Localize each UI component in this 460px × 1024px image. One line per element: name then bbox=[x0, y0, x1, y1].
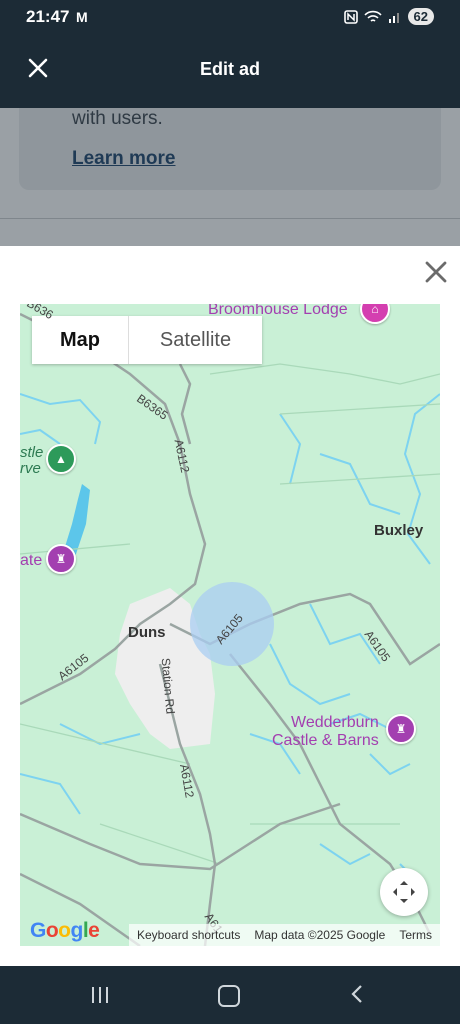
system-nav-bar bbox=[0, 966, 460, 1024]
map-label-castle-left: stle bbox=[20, 444, 44, 461]
poi-label-broomhouse[interactable]: Broomhouse Lodge bbox=[208, 304, 348, 319]
map-sheet: Map Satellite Broomhouse Lodge ⌂ stle rv… bbox=[0, 246, 460, 966]
map-label-gate: ate bbox=[20, 552, 43, 569]
info-text: with users. bbox=[72, 108, 163, 129]
poi-label-wedderburn-2[interactable]: Castle & Barns bbox=[272, 732, 379, 750]
gmail-icon: M bbox=[76, 9, 88, 25]
nfc-icon bbox=[343, 9, 358, 24]
dimmed-page-content: with users. Learn more bbox=[0, 108, 460, 248]
signal-icon bbox=[388, 12, 399, 23]
divider bbox=[0, 218, 460, 219]
app-bar: Edit ad bbox=[0, 36, 460, 108]
status-bar: 21:47 M 62 bbox=[0, 0, 460, 36]
map-attribution: Keyboard shortcuts Map data ©2025 Google… bbox=[129, 924, 440, 946]
learn-more-link[interactable]: Learn more bbox=[72, 148, 175, 170]
page-title: Edit ad bbox=[199, 59, 260, 79]
map-footer: Google Keyboard shortcuts Map data ©2025… bbox=[20, 919, 440, 946]
map-label-duns: Duns bbox=[128, 624, 166, 641]
castle-icon[interactable]: ♜ bbox=[46, 544, 76, 574]
map-type-map-button[interactable]: Map bbox=[32, 316, 129, 364]
terms-link[interactable]: Terms bbox=[399, 928, 432, 942]
google-logo: Google bbox=[30, 919, 100, 942]
map-label-castle-left2: rve bbox=[20, 460, 41, 477]
keyboard-shortcuts-link[interactable]: Keyboard shortcuts bbox=[137, 928, 240, 942]
back-icon[interactable] bbox=[350, 984, 364, 1004]
map-data-text: Map data ©2025 Google bbox=[254, 928, 386, 942]
park-icon[interactable]: ▲ bbox=[46, 444, 76, 474]
status-icons: 62 bbox=[343, 8, 434, 25]
status-time: 21:47 bbox=[26, 7, 70, 26]
map-label-buxley: Buxley bbox=[374, 522, 424, 539]
map-type-satellite-button[interactable]: Satellite bbox=[129, 316, 262, 364]
recent-apps-icon[interactable] bbox=[90, 986, 110, 1004]
fullscreen-icon bbox=[393, 881, 415, 903]
poi-label-wedderburn-1[interactable]: Wedderburn bbox=[291, 714, 379, 732]
battery-badge: 62 bbox=[407, 8, 434, 25]
map-type-toggle[interactable]: Map Satellite bbox=[32, 316, 262, 364]
fullscreen-button[interactable] bbox=[380, 868, 428, 916]
close-icon[interactable] bbox=[424, 260, 448, 284]
wifi-icon bbox=[363, 10, 382, 22]
home-icon[interactable] bbox=[218, 985, 240, 1007]
map-view[interactable]: Map Satellite Broomhouse Lodge ⌂ stle rv… bbox=[20, 304, 440, 946]
castle-icon[interactable]: ♜ bbox=[386, 714, 416, 744]
